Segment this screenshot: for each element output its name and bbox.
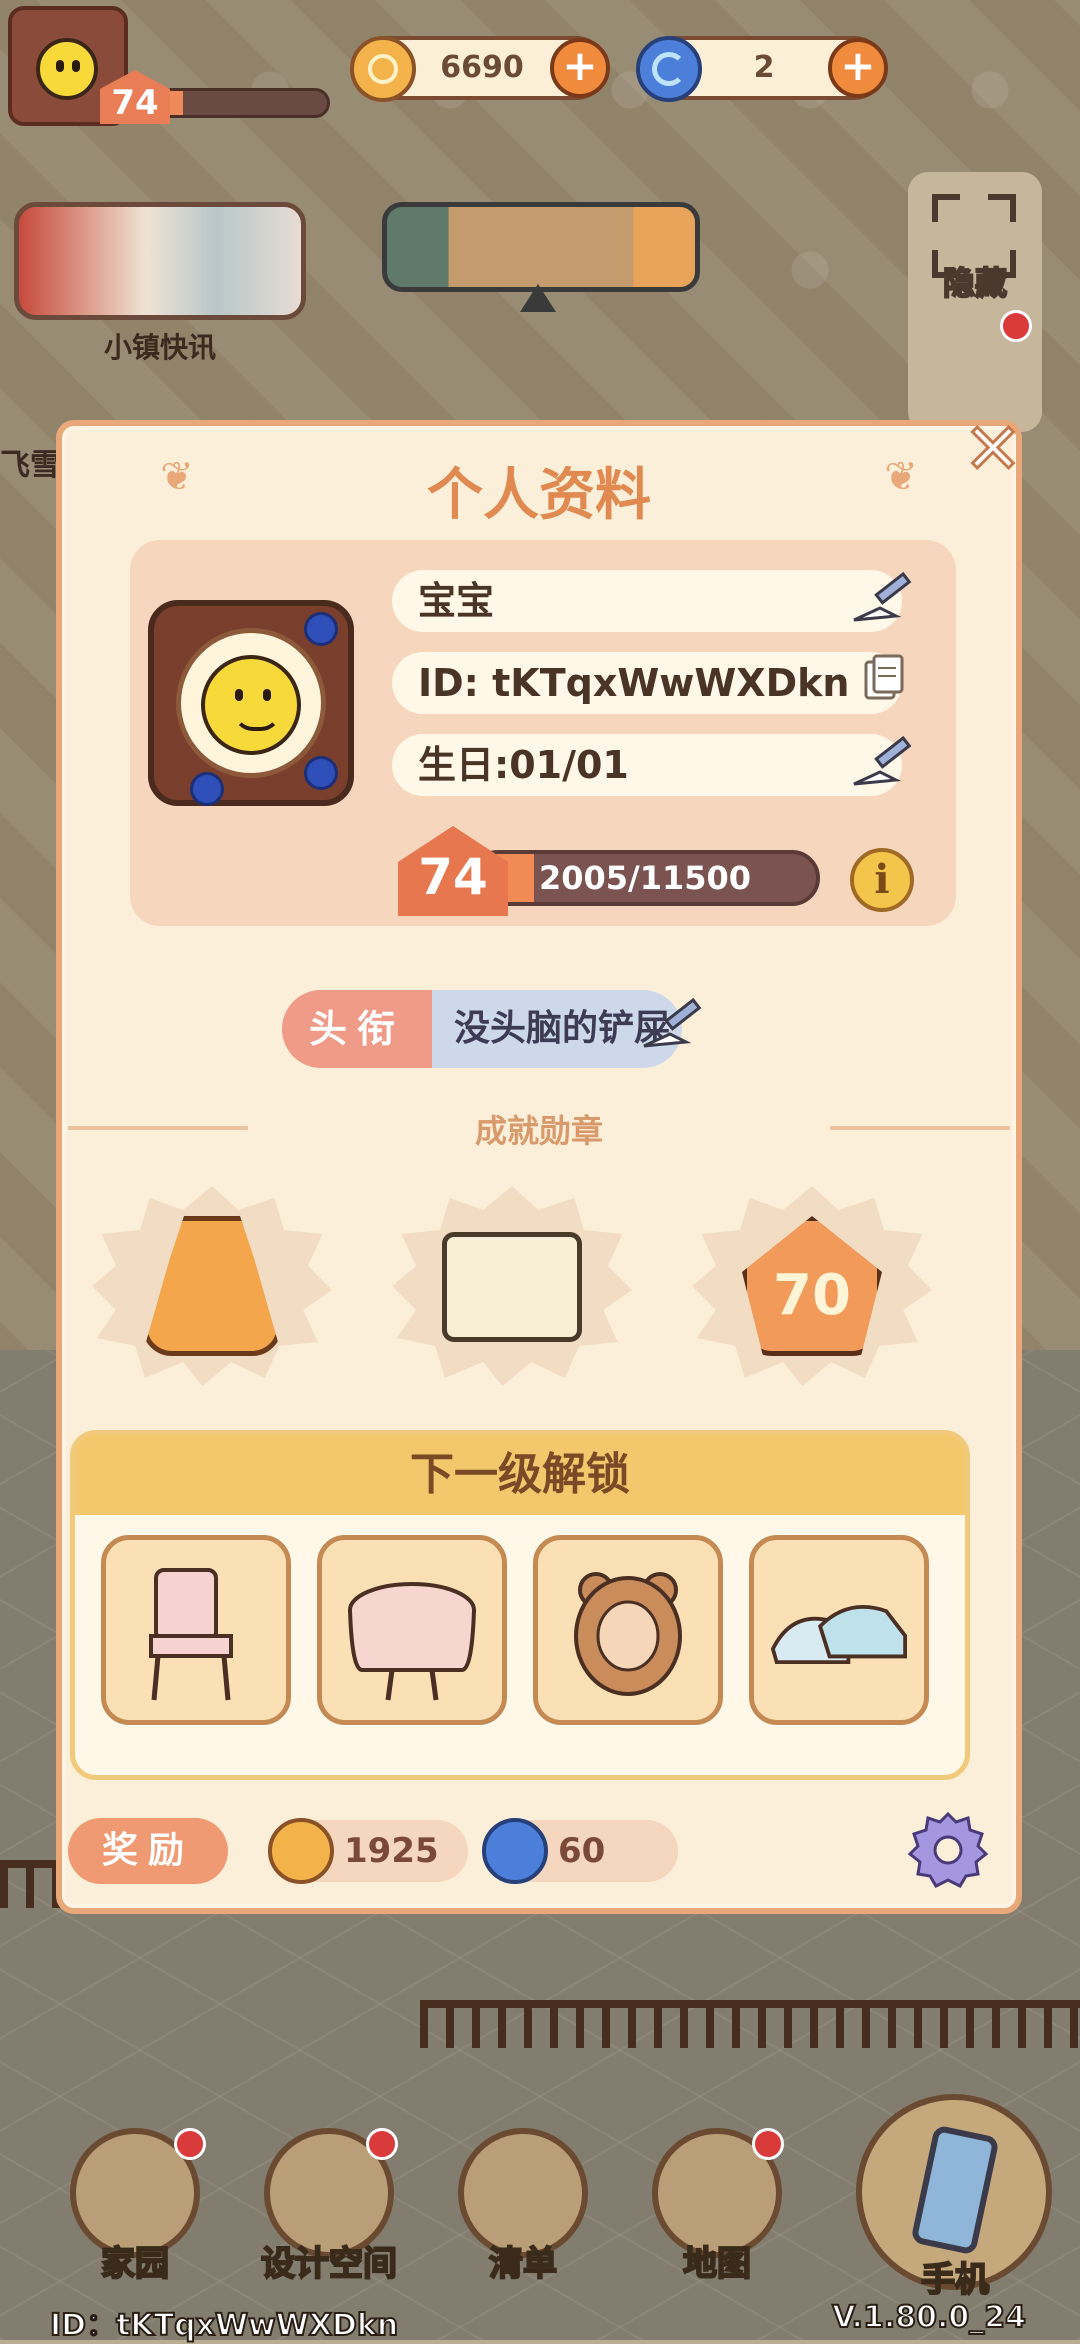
settings-gear-icon[interactable]: [906, 1808, 990, 1892]
notification-dot: [174, 2128, 206, 2160]
edit-pencil-icon[interactable]: [846, 570, 916, 628]
next-level-unlock: 下一级解锁: [70, 1430, 970, 1780]
level-badge: 74: [398, 826, 508, 916]
envelope-medal-icon[interactable]: [392, 1186, 632, 1386]
nav-home-label: 家园: [100, 2243, 170, 2285]
title-badge[interactable]: 头衔 没头脑的铲屎官: [282, 990, 682, 1068]
birthday-field[interactable]: 生日:01/01: [392, 734, 912, 796]
level-70-medal-icon[interactable]: 70: [692, 1186, 932, 1386]
footer-player-id: ID：tKTqxWwWXDkn: [49, 2307, 399, 2344]
birthday-text: 生日:01/01: [418, 743, 629, 787]
notification-dot: [752, 2128, 784, 2160]
gem-icon: [482, 1818, 548, 1884]
add-gems-button[interactable]: +: [828, 38, 888, 98]
profile-card: 宝宝 ID: tKTqxWwWXDkn 生日:01/01 2005/11500 …: [130, 540, 956, 926]
edit-pencil-icon[interactable]: [846, 734, 916, 792]
title-badge-label: 头衔: [282, 990, 432, 1068]
coin-icon: [350, 36, 416, 102]
dress-medal-icon[interactable]: [92, 1186, 332, 1386]
id-field: ID: tKTqxWwWXDkn: [392, 652, 904, 714]
coin-icon: [268, 1818, 334, 1884]
weather-bar[interactable]: [382, 202, 700, 292]
unlock-item[interactable]: [317, 1535, 507, 1725]
nav-home[interactable]: 家园: [60, 2118, 210, 2308]
nickname-text: 宝宝: [418, 579, 495, 623]
nav-design-label: 设计空间: [260, 2243, 398, 2285]
chair-icon: [149, 1568, 233, 1701]
coin-counter: 6690 +: [350, 36, 610, 102]
nav-map[interactable]: 地图: [642, 2118, 792, 2308]
gem-value: 2: [753, 50, 775, 85]
unlock-item[interactable]: [533, 1535, 723, 1725]
notification-dot: [366, 2128, 398, 2160]
coin-value: 6690: [440, 50, 524, 85]
id-text: ID: tKTqxWwWXDkn: [418, 661, 850, 705]
unlock-item[interactable]: [749, 1535, 929, 1725]
blue-rose-icon: [304, 612, 338, 646]
bear-hood-icon: [574, 1572, 682, 1696]
weather-arrow-icon: [520, 284, 556, 312]
snow-label: 飞雪: [0, 448, 60, 483]
copy-icon[interactable]: [846, 652, 916, 710]
notification-dot: [1000, 310, 1032, 342]
avatar-frame: [176, 628, 326, 778]
reward-gems-value: 60: [558, 1831, 606, 1871]
app-version: V.1.80.0_24: [831, 2299, 1027, 2336]
hud-xp-bar: [150, 88, 330, 118]
nickname-field[interactable]: 宝宝: [392, 570, 912, 632]
achievements-title: 成就勋章: [474, 1112, 603, 1150]
nav-design[interactable]: 设计空间: [254, 2118, 404, 2308]
close-button[interactable]: ✕: [958, 413, 1028, 486]
dialog-title: 个人资料: [427, 463, 651, 528]
reward-coins-value: 1925: [344, 1831, 439, 1871]
gem-icon: [636, 36, 702, 102]
bee-avatar-icon: [201, 655, 301, 755]
gem-counter: 2 +: [636, 36, 888, 102]
blue-rose-icon: [190, 772, 224, 806]
edit-pencil-icon[interactable]: [636, 990, 706, 1060]
reward-label: 奖励: [68, 1818, 228, 1884]
profile-avatar[interactable]: [148, 600, 354, 806]
xp-text: 2005/11500: [538, 859, 752, 897]
reward-gems: 60: [482, 1818, 678, 1884]
town-news-label: 小镇快讯: [103, 331, 216, 364]
sneakers-icon: [770, 1605, 907, 1664]
unlock-title: 下一级解锁: [75, 1435, 965, 1515]
phone-icon: [910, 2124, 1000, 2256]
nav-phone-label: 手机: [920, 2259, 990, 2301]
xp-bar: 2005/11500: [470, 850, 820, 906]
level-number: 74: [418, 848, 488, 906]
nav-list-label: 清单: [488, 2243, 558, 2285]
blue-rose-icon: [304, 756, 338, 790]
add-coins-button[interactable]: +: [550, 38, 610, 98]
nav-list[interactable]: 清单: [448, 2118, 598, 2308]
reward-coins: 1925: [268, 1818, 468, 1884]
level-info-button[interactable]: i: [850, 848, 914, 912]
town-news-card[interactable]: [14, 202, 306, 320]
bee-avatar-icon: [36, 38, 98, 100]
unlock-item[interactable]: [101, 1535, 291, 1725]
hide-ui-label: 隐藏: [942, 263, 1008, 303]
profile-dialog: ❦ ❦ 个人资料 宝宝 ID: tKTqxWwWXDkn 生日:01/01 20…: [56, 420, 1022, 1914]
round-table-icon: [348, 1582, 476, 1701]
nav-map-label: 地图: [682, 2243, 752, 2285]
